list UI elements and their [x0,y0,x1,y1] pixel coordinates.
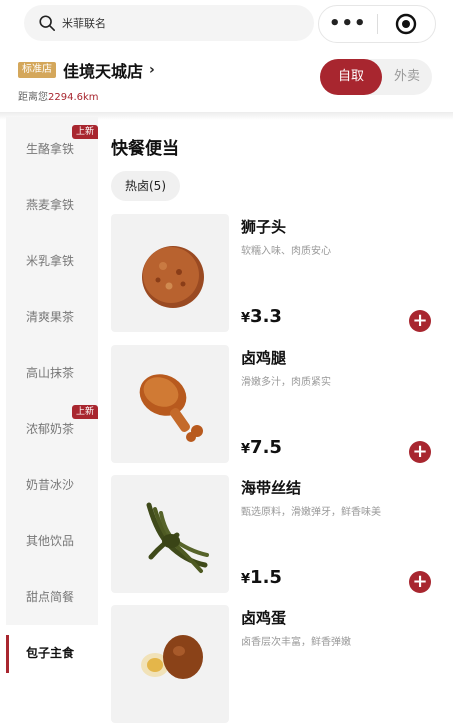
product-name: 海带丝结 [241,479,302,497]
product-card[interactable]: 狮子头 软糯入味、肉质安心 ¥3.3 + [111,214,436,332]
product-price: ¥3.3 [241,306,282,327]
product-name: 狮子头 [241,218,287,236]
product-price: ¥1.5 [241,567,282,588]
distance-value: 2294.6km [48,92,99,103]
new-badge: 上新 [71,125,98,139]
add-to-cart-button[interactable]: + [409,441,431,463]
product-card[interactable]: 卤鸡腿 滑嫩多汁，肉质紧实 ¥7.5 + [111,345,436,463]
search-icon [39,15,56,32]
store-distance: 距离您2294.6km [18,88,155,103]
sidebar-item-oat-latte[interactable]: 燕麦拿铁 [6,177,98,233]
distance-label: 距离您 [18,92,48,103]
section-title: 快餐便当 [111,139,179,159]
product-desc: 滑嫩多汁，肉质紧实 [241,377,331,388]
sidebar-item-shengla-latte[interactable]: 生酪拿铁 上新 [6,121,98,177]
chevron-right-icon[interactable]: › [149,62,155,78]
sidebar-item-smoothie[interactable]: 奶昔冰沙 [6,457,98,513]
sidebar-item-label: 甜点简餐 [26,590,75,604]
sidebar-item-milk-tea[interactable]: 浓郁奶茶 上新 [6,401,98,457]
category-sidebar: 生酪拿铁 上新 燕麦拿铁 米乳拿铁 清爽果茶 高山抹茶 浓郁奶茶 上新 奶昔冰沙… [6,117,98,681]
price-value: 7.5 [250,437,282,458]
product-image [111,345,229,463]
product-desc: 甄选原料，滑嫩弹牙，鲜香味美 [241,507,381,518]
sidebar-item-label: 生酪拿铁 [26,142,75,156]
close-mini-program-button[interactable] [377,13,435,35]
currency-symbol: ¥ [241,442,251,457]
product-desc: 软糯入味、肉质安心 [241,246,331,257]
pickup-tab[interactable]: 自取 [320,59,382,95]
delivery-tab[interactable]: 外卖 [382,59,432,95]
product-card[interactable]: 卤鸡蛋 卤香层次丰富，鲜香弹嫩 [111,605,436,723]
sidebar-item-label: 燕麦拿铁 [26,198,75,212]
currency-symbol: ¥ [241,572,251,587]
search-placeholder: 米菲联名 [62,17,106,30]
plus-icon: + [412,310,428,331]
sidebar-item-label: 清爽果茶 [26,310,75,324]
product-image [111,605,229,723]
product-image [111,475,229,593]
sidebar-item-rice-milk-latte[interactable]: 米乳拿铁 [6,233,98,289]
chicken-leg-image [139,374,203,442]
sidebar-item-desserts[interactable]: 甜点简餐 [6,569,98,625]
seaweed-knot-image [146,502,209,573]
product-desc: 卤香层次丰富，鲜香弹嫩 [241,637,351,648]
plus-icon: + [412,441,428,462]
order-mode-toggle: 自取 外卖 [320,59,432,95]
sidebar-item-label: 奶昔冰沙 [26,478,75,492]
sidebar-item-label: 米乳拿铁 [26,254,75,268]
price-value: 1.5 [250,567,282,588]
product-price: ¥7.5 [241,437,282,458]
sidebar-item-other-drinks[interactable]: 其他饮品 [6,513,98,569]
sidebar-item-label: 其他饮品 [26,534,75,548]
more-options-icon[interactable]: ••• [319,6,377,42]
store-type-tag: 标准店 [18,62,56,78]
search-bar[interactable]: 米菲联名 [24,5,314,41]
mini-program-capsule: ••• [318,5,436,43]
product-card[interactable]: 海带丝结 甄选原料，滑嫩弹牙，鲜香味美 ¥1.5 + [111,475,436,593]
sidebar-item-label: 包子主食 [26,646,75,660]
target-icon [396,13,417,35]
sidebar-item-label: 浓郁奶茶 [26,422,75,436]
add-to-cart-button[interactable]: + [409,310,431,332]
sidebar-item-matcha[interactable]: 高山抹茶 [6,345,98,401]
subcategory-chip[interactable]: 热卤(5) [111,171,180,201]
top-bar: 米菲联名 ••• [0,0,453,48]
new-badge: 上新 [71,405,98,419]
price-value: 3.3 [250,306,282,327]
sidebar-item-fruit-tea[interactable]: 清爽果茶 [6,289,98,345]
product-image [111,214,229,332]
add-to-cart-button[interactable]: + [409,571,431,593]
braised-egg-image [141,635,203,679]
sidebar-item-label: 高山抹茶 [26,366,75,380]
currency-symbol: ¥ [241,311,251,326]
product-name: 卤鸡蛋 [241,609,287,627]
meatball-image [142,246,204,308]
product-name: 卤鸡腿 [241,349,287,367]
plus-icon: + [412,571,428,592]
store-header[interactable]: 标准店 佳境天城店 › 距离您2294.6km [18,58,155,103]
store-name[interactable]: 佳境天城店 [63,58,143,82]
